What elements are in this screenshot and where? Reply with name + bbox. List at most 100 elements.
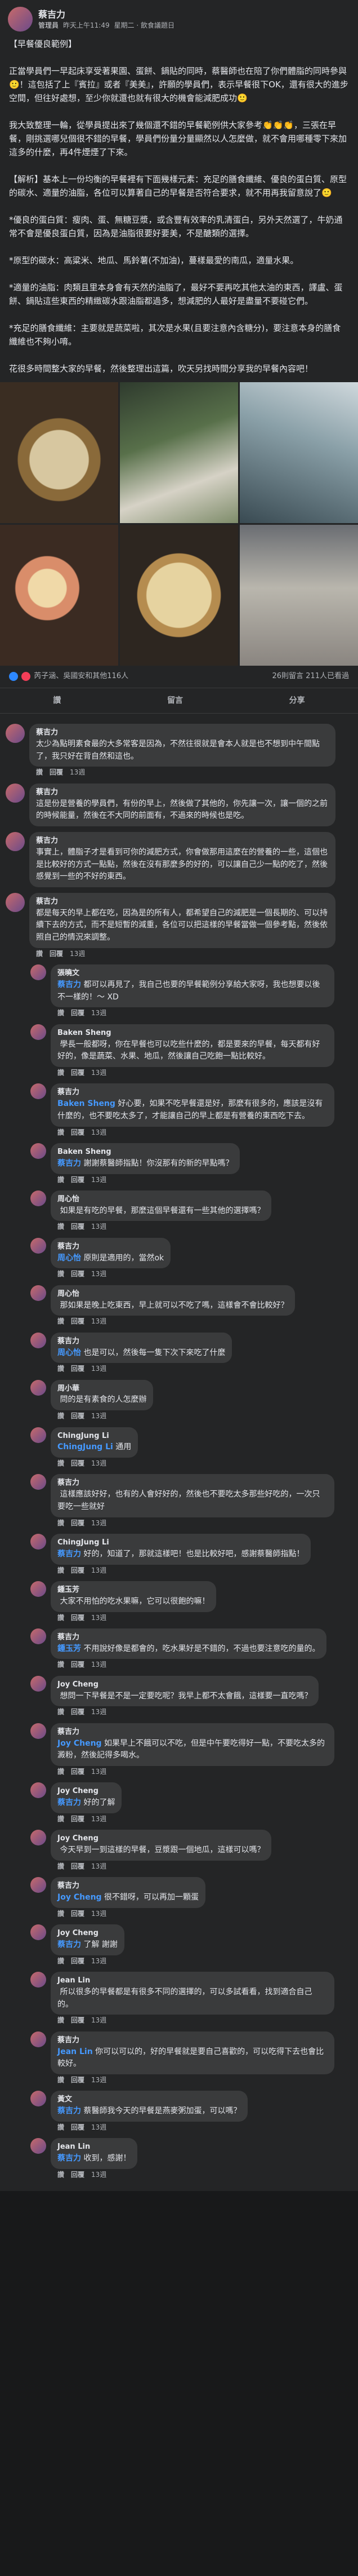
reply-reply-link[interactable]: 回覆 <box>71 2170 84 2180</box>
replier-avatar[interactable] <box>30 1379 46 1396</box>
replier-name[interactable]: 周心怡 <box>57 1289 288 1300</box>
replier-avatar[interactable] <box>30 1675 46 1692</box>
replier-avatar[interactable] <box>30 1190 46 1206</box>
reply-like-link[interactable]: 讚 <box>57 1411 64 1421</box>
replier-name[interactable]: 蔡吉力 <box>57 1478 328 1489</box>
replier-name[interactable]: Baken Sheng <box>57 1147 233 1158</box>
reply-like-link[interactable]: 讚 <box>57 1459 64 1468</box>
reply-reply-link[interactable]: 回覆 <box>71 1317 84 1326</box>
reply-reply-link[interactable]: 回覆 <box>71 2016 84 2025</box>
reply-like-link[interactable]: 讚 <box>57 1068 64 1078</box>
reply-reply-link[interactable]: 回覆 <box>71 1909 84 1919</box>
replier-avatar[interactable] <box>30 2031 46 2047</box>
reply-like-link[interactable]: 讚 <box>57 2123 64 2132</box>
reply-reply-link[interactable]: 回覆 <box>71 1364 84 1374</box>
post-time[interactable]: 昨天上午11:49 <box>63 21 110 30</box>
like-button[interactable]: 讚 <box>43 692 71 710</box>
replier-name[interactable]: 蔡吉力 <box>57 1881 199 1892</box>
reply-time[interactable]: 13週 <box>91 1814 106 1824</box>
author-avatar[interactable] <box>8 7 33 32</box>
reply-like-link[interactable]: 讚 <box>57 1814 64 1824</box>
commenter-name[interactable]: 蔡吉力 <box>36 728 329 738</box>
reply-reply-link[interactable]: 回覆 <box>71 1707 84 1717</box>
replier-name[interactable]: Joy Cheng <box>57 1928 118 1939</box>
replier-avatar[interactable] <box>30 1924 46 1941</box>
replier-name[interactable]: 蔡吉力 <box>57 2035 328 2046</box>
replier-name[interactable]: 黃文 <box>57 2095 241 2105</box>
reply-like-link[interactable]: 讚 <box>57 1660 64 1670</box>
photo-5[interactable] <box>120 525 238 666</box>
replier-name[interactable]: Joy Cheng <box>57 1834 265 1844</box>
replier-name[interactable]: Joy Cheng <box>57 1786 115 1797</box>
reply-mention[interactable]: 周心怡 <box>57 1254 81 1263</box>
replier-name[interactable]: 鍾玉芳 <box>57 1585 209 1596</box>
reply-time[interactable]: 13週 <box>91 1862 106 1871</box>
reply-time[interactable]: 13週 <box>91 1519 106 1528</box>
reply-like-link[interactable]: 讚 <box>57 1862 64 1871</box>
reply-mention[interactable]: Jean Lin <box>57 2047 93 2056</box>
replier-name[interactable]: 蔡吉力 <box>57 1336 225 1347</box>
reply-reply-link[interactable]: 回覆 <box>71 1411 84 1421</box>
reply-reply-link[interactable]: 回覆 <box>71 1222 84 1232</box>
reply-reply-link[interactable]: 回覆 <box>71 1269 84 1279</box>
comment-like-link[interactable]: 讚 <box>36 768 43 777</box>
reply-reply-link[interactable]: 回覆 <box>71 1660 84 1670</box>
reply-time[interactable]: 13週 <box>91 1008 106 1018</box>
replier-avatar[interactable] <box>30 1143 46 1159</box>
reply-reply-link[interactable]: 回覆 <box>71 1008 84 1018</box>
replier-avatar[interactable] <box>30 1474 46 1490</box>
reply-like-link[interactable]: 讚 <box>57 1175 64 1185</box>
replier-name[interactable]: 蔡吉力 <box>57 1242 164 1252</box>
comment-time[interactable]: 13週 <box>70 768 85 777</box>
view-count[interactable]: 211人已看過 <box>306 672 349 680</box>
reply-mention[interactable]: Joy Cheng <box>57 1739 102 1748</box>
photo-1[interactable] <box>0 382 118 523</box>
commenter-avatar[interactable] <box>6 783 25 803</box>
photo-2[interactable] <box>120 382 238 523</box>
comment-reply-link[interactable]: 回覆 <box>50 768 63 777</box>
reply-like-link[interactable]: 讚 <box>57 1566 64 1575</box>
author-name[interactable]: 蔡吉力 <box>38 8 174 21</box>
reply-time[interactable]: 13週 <box>91 1068 106 1078</box>
replier-avatar[interactable] <box>30 1723 46 1739</box>
reply-reply-link[interactable]: 回覆 <box>71 1519 84 1528</box>
reply-time[interactable]: 13週 <box>91 2075 106 2085</box>
replier-avatar[interactable] <box>30 1332 46 1348</box>
reply-reply-link[interactable]: 回覆 <box>71 1068 84 1078</box>
reply-like-link[interactable]: 讚 <box>57 1767 64 1777</box>
reply-time[interactable]: 13週 <box>91 1411 106 1421</box>
replier-name[interactable]: 蔡吉力 <box>57 1632 320 1643</box>
replier-avatar[interactable] <box>30 964 46 981</box>
replier-name[interactable]: 張曉文 <box>57 968 328 979</box>
reply-like-link[interactable]: 讚 <box>57 1008 64 1018</box>
reply-like-link[interactable]: 讚 <box>57 1364 64 1374</box>
reply-like-link[interactable]: 讚 <box>57 1957 64 1966</box>
commenter-avatar[interactable] <box>6 724 25 743</box>
reaction-summary[interactable]: 芮子涵、吳國安和其他116人 <box>9 671 128 682</box>
replier-name[interactable]: ChingJung Li <box>57 1431 131 1442</box>
reply-reply-link[interactable]: 回覆 <box>71 1767 84 1777</box>
reply-mention[interactable]: 周心怡 <box>57 1348 81 1357</box>
reply-like-link[interactable]: 讚 <box>57 1128 64 1137</box>
replier-avatar[interactable] <box>30 1782 46 1799</box>
replier-name[interactable]: ChingJung Li <box>57 1538 304 1548</box>
replier-avatar[interactable] <box>30 1972 46 1988</box>
commenter-avatar[interactable] <box>6 831 25 851</box>
reply-mention[interactable]: 蔡吉力 <box>57 1798 81 1807</box>
commenter-name[interactable]: 蔡吉力 <box>36 787 329 798</box>
replier-avatar[interactable] <box>30 1285 46 1301</box>
reply-reply-link[interactable]: 回覆 <box>71 1862 84 1871</box>
reply-time[interactable]: 13週 <box>91 1459 106 1468</box>
photo-3[interactable] <box>240 382 358 523</box>
replier-avatar[interactable] <box>30 1083 46 1100</box>
reply-time[interactable]: 13週 <box>91 1175 106 1185</box>
replier-name[interactable]: 蔡吉力 <box>57 1087 328 1098</box>
reply-like-link[interactable]: 讚 <box>57 2170 64 2180</box>
photo-4[interactable] <box>0 525 118 666</box>
comment-time[interactable]: 13週 <box>70 949 85 959</box>
reply-time[interactable]: 13週 <box>91 1566 106 1575</box>
replier-name[interactable]: Joy Cheng <box>57 1680 312 1690</box>
reply-reply-link[interactable]: 回覆 <box>71 2075 84 2085</box>
reply-like-link[interactable]: 讚 <box>57 1317 64 1326</box>
reply-mention[interactable]: Baken Sheng <box>57 1099 115 1108</box>
